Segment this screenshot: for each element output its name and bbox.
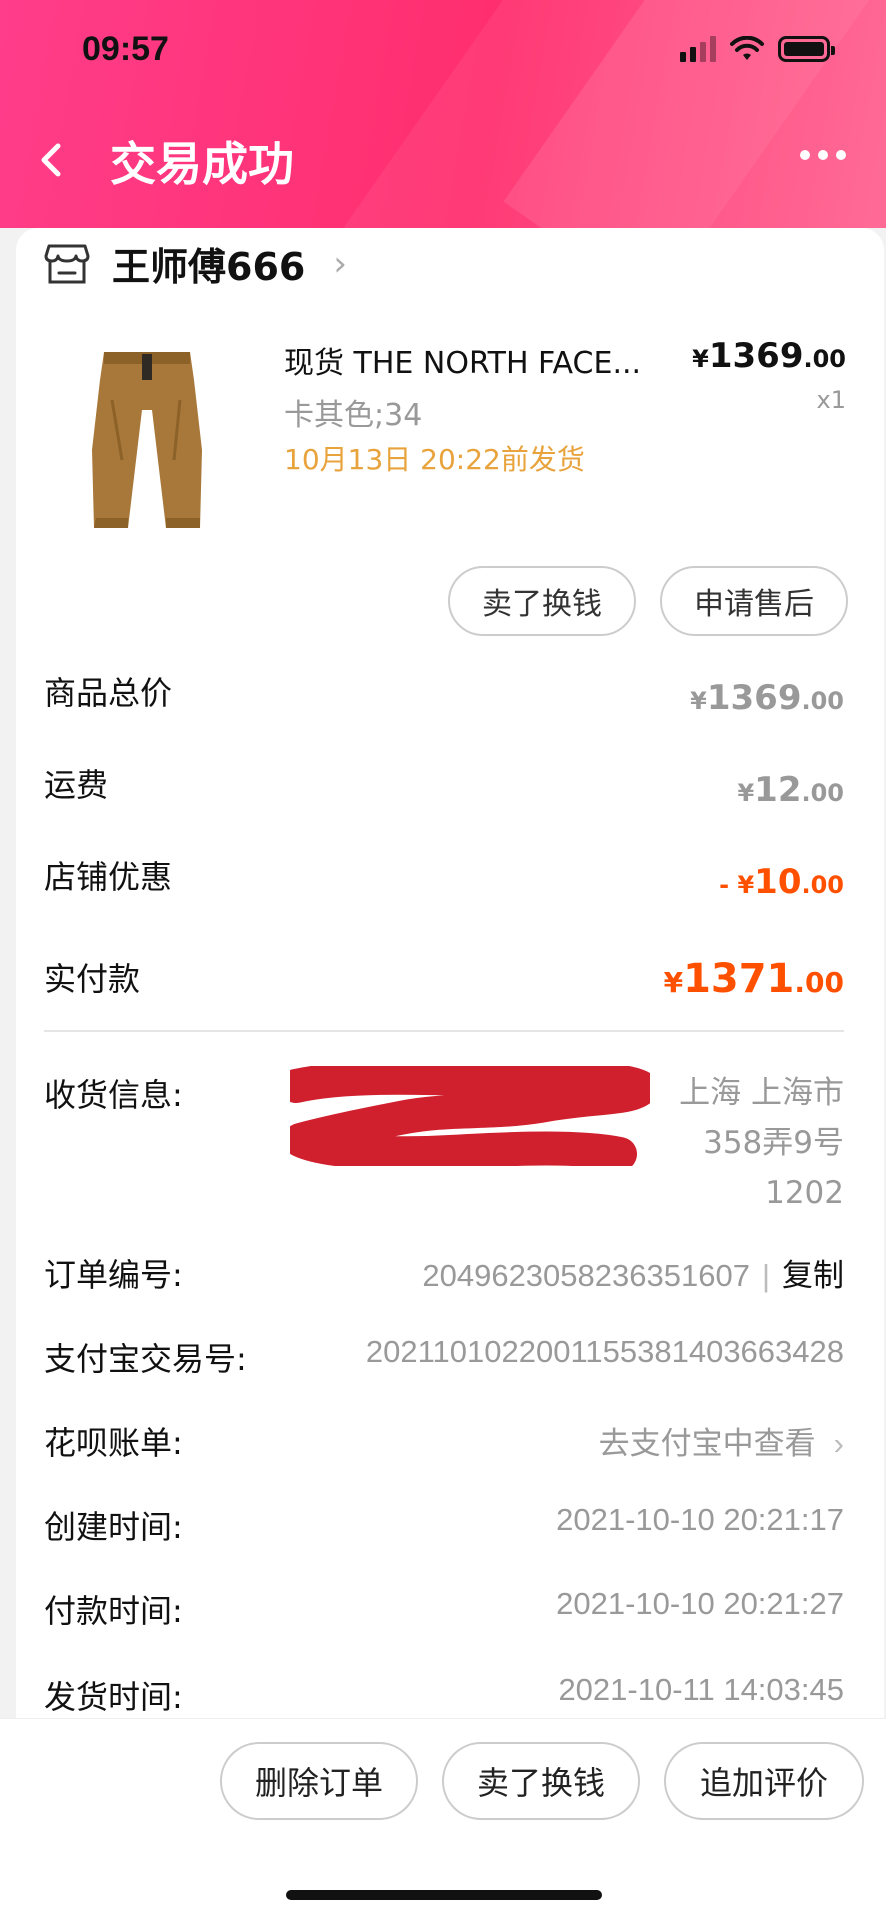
home-indicator[interactable]: [286, 1890, 602, 1900]
decimal: .00: [801, 871, 844, 899]
currency: - ¥: [719, 871, 755, 899]
shipped-label: 发货时间:: [44, 1678, 183, 1716]
battery-icon: [778, 36, 835, 62]
shipping-label: 运费: [44, 766, 109, 804]
more-options-button[interactable]: [800, 150, 846, 160]
alipay-label: 支付宝交易号:: [44, 1340, 247, 1378]
paid-label: 实付款: [44, 960, 141, 998]
created-value: 2021-10-10 20:21:17: [556, 1502, 844, 1537]
price-integer: 1369: [708, 336, 804, 376]
ship-deadline: 10月13日 20:22前发货: [284, 443, 585, 476]
summary-items-row: 商品总价 ¥1369.00: [44, 668, 844, 728]
amount: 10: [754, 862, 802, 902]
currency: ¥: [737, 779, 755, 807]
divider: [44, 1030, 844, 1032]
decimal: .00: [801, 779, 844, 807]
shipped-value: 2021-10-11 14:03:45: [558, 1672, 844, 1707]
currency: ¥: [663, 966, 684, 999]
currency: ¥: [690, 687, 707, 715]
product-title[interactable]: 现货 THE NORTH FACE...: [284, 338, 684, 382]
created-row: 创建时间: 2021-10-10 20:21:17: [44, 1502, 844, 1552]
order-number-value: 2049623058236351607 | 复制: [422, 1250, 844, 1295]
paid-value: ¥1371.00: [664, 956, 844, 1002]
product-spec: 卡其色;34: [284, 398, 423, 433]
address-line: 1202: [765, 1175, 844, 1211]
amount: 1371: [683, 956, 795, 1002]
more-dot-icon: [818, 150, 828, 160]
delete-order-button[interactable]: 删除订单: [220, 1742, 418, 1820]
chevron-right-icon: ›: [333, 243, 347, 284]
discount-value: - ¥10.00: [719, 862, 844, 902]
chevron-left-icon: [41, 143, 61, 177]
wifi-icon: [730, 36, 764, 60]
huabei-row[interactable]: 花呗账单: 去支付宝中查看 ›: [44, 1418, 844, 1468]
summary-paid-row: 实付款 ¥1371.00: [44, 954, 844, 1014]
alipay-value: 2021101022001155381403663428: [365, 1334, 844, 1369]
status-icons: [680, 36, 835, 62]
separator: |: [761, 1258, 770, 1293]
decimal: .00: [801, 687, 844, 715]
order-number-row: 订单编号: 2049623058236351607 | 复制: [44, 1250, 844, 1300]
created-label: 创建时间:: [44, 1508, 183, 1546]
copy-button[interactable]: 复制: [782, 1258, 844, 1293]
sell-button[interactable]: 卖了换钱: [448, 566, 636, 636]
summary-shipping-row: 运费 ¥12.00: [44, 760, 844, 820]
shipped-row: 发货时间: 2021-10-11 14:03:45: [44, 1672, 844, 1722]
shop-name: 王师傅666: [112, 245, 306, 289]
huabei-value: 去支付宝中查看: [598, 1426, 816, 1461]
status-time: 09:57: [82, 30, 169, 68]
more-dot-icon: [836, 150, 846, 160]
page-title: 交易成功: [110, 137, 294, 191]
price-decimal: .00: [803, 345, 846, 373]
back-button[interactable]: [36, 132, 76, 188]
more-dot-icon: [800, 150, 810, 160]
huabei-link[interactable]: 去支付宝中查看 ›: [599, 1418, 844, 1463]
signal-icon: [680, 36, 716, 62]
product-price: ¥1369.00: [692, 336, 846, 376]
amount: 12: [754, 770, 802, 810]
add-review-button[interactable]: 追加评价: [664, 1742, 864, 1820]
pants-image: [92, 352, 202, 528]
paid-time-label: 付款时间:: [44, 1592, 183, 1630]
decimal: .00: [794, 966, 844, 999]
order-number-label: 订单编号:: [44, 1256, 183, 1294]
huabei-label: 花呗账单:: [44, 1424, 183, 1462]
product-quantity: x1: [816, 386, 846, 414]
amount: 1369: [706, 678, 802, 718]
items-total-value: ¥1369.00: [690, 678, 844, 718]
chevron-right-icon: ›: [833, 1426, 844, 1461]
alipay-row: 支付宝交易号: 2021101022001155381403663428: [44, 1334, 844, 1384]
product-image[interactable]: [82, 340, 212, 540]
paid-time-row: 付款时间: 2021-10-10 20:21:27: [44, 1586, 844, 1636]
order-number: 2049623058236351607: [422, 1258, 750, 1293]
summary-discount-row: 店铺优惠 - ¥10.00: [44, 852, 844, 912]
store-icon: [44, 244, 90, 283]
discount-label: 店铺优惠: [44, 858, 173, 896]
price-currency: ¥: [692, 345, 709, 373]
after-sale-button[interactable]: 申请售后: [660, 566, 848, 636]
shop-row[interactable]: 王师傅666 ›: [44, 236, 347, 291]
items-total-label: 商品总价: [44, 674, 173, 712]
address-label: 收货信息:: [44, 1076, 183, 1114]
sell-for-cash-button[interactable]: 卖了换钱: [442, 1742, 640, 1820]
redaction-scribble: [290, 1066, 650, 1166]
paid-time-value: 2021-10-10 20:21:27: [556, 1586, 844, 1621]
shipping-value: ¥12.00: [737, 770, 844, 810]
